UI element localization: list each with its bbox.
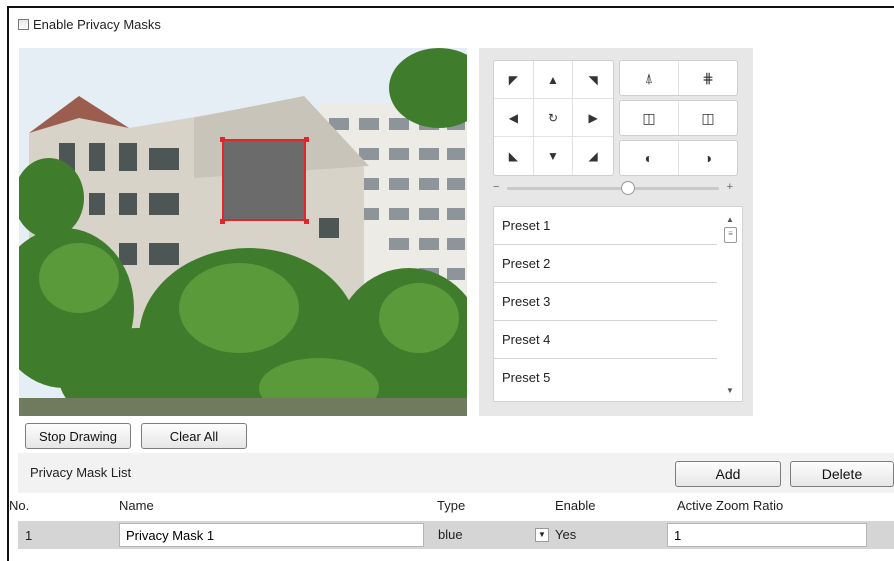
ptz-auto-scan-button[interactable]: ↻ (533, 99, 574, 137)
mask-handle-bottom-right[interactable] (304, 219, 309, 224)
col-enable: Enable (555, 498, 596, 513)
zoom-out-icon[interactable]: ⋕ (679, 61, 737, 95)
ptz-down-left-button[interactable]: ◣ (494, 137, 534, 175)
mask-enable-value[interactable]: Yes (555, 527, 576, 542)
type-dropdown-icon[interactable]: ▼ (535, 528, 549, 542)
clear-all-button[interactable]: Clear All (141, 423, 247, 449)
delete-button[interactable]: Delete (790, 461, 894, 487)
live-video-view[interactable] (19, 48, 467, 416)
preset-item[interactable]: Preset 1 (494, 207, 717, 245)
table-header: No. Name Type Enable Active Zoom Ratio (9, 495, 894, 519)
iris-open-icon[interactable]: ◐ (620, 141, 679, 175)
ptz-right-button[interactable]: ▶ (573, 99, 613, 137)
enable-privacy-label: Enable Privacy Masks (33, 17, 161, 32)
col-name: Name (119, 498, 154, 513)
preset-list: Preset 1 Preset 2 Preset 3 Preset 4 Pres… (493, 206, 743, 402)
mask-name-input[interactable] (119, 523, 424, 547)
ptz-up-left-button[interactable]: ◤ (494, 61, 534, 99)
slider-plus-icon: + (726, 181, 733, 193)
focus-far-icon[interactable]: ◫ (679, 101, 737, 135)
focus-near-icon[interactable]: ◫ (620, 101, 679, 135)
ptz-left-button[interactable]: ◀ (494, 99, 534, 137)
ptz-up-button[interactable]: ▲ (533, 61, 574, 99)
scroll-down-icon[interactable]: ▼ (726, 386, 734, 395)
frame-left-border (7, 6, 9, 561)
enable-privacy-checkbox[interactable] (18, 19, 29, 30)
iris-close-icon[interactable]: ◑ (679, 141, 737, 175)
ptz-control-panel: ◤ ▲ ◥ ◀ ↻ ▶ ◣ ▼ ◢ ⍋ ⋕ ◫ ◫ ◐ ◑ − + Preset… (479, 48, 753, 416)
table-row[interactable]: 1 blue ▼ Yes (18, 521, 894, 549)
active-zoom-input[interactable] (667, 523, 867, 547)
mask-handle-top-left[interactable] (220, 137, 225, 142)
mask-handle-top-right[interactable] (304, 137, 309, 142)
mask-handle-bottom-left[interactable] (220, 219, 225, 224)
preset-item[interactable]: Preset 2 (494, 245, 717, 283)
slider-minus-icon: − (493, 181, 500, 193)
slider-track-line (507, 187, 719, 190)
zoom-in-icon[interactable]: ⍋ (620, 61, 679, 95)
col-zoom: Active Zoom Ratio (677, 498, 784, 513)
preset-scrollbar[interactable]: ▲ ≡ ▼ (718, 207, 742, 401)
row-no: 1 (25, 528, 33, 543)
col-type: Type (437, 498, 466, 513)
zoom-button-group: ⍋ ⋕ (619, 60, 738, 96)
scroll-up-icon[interactable]: ▲ (726, 215, 734, 224)
ptz-speed-slider[interactable]: − + (493, 181, 733, 195)
ptz-direction-pad: ◤ ▲ ◥ ◀ ↻ ▶ ◣ ▼ ◢ (493, 60, 614, 176)
ptz-down-right-button[interactable]: ◢ (573, 137, 613, 175)
preset-item[interactable]: Preset 3 (494, 283, 717, 321)
enable-privacy-row: Enable Privacy Masks (18, 17, 161, 32)
iris-button-group: ◐ ◑ (619, 140, 738, 176)
list-title: Privacy Mask List (30, 465, 132, 480)
mask-type-value[interactable]: blue (438, 527, 463, 542)
stop-drawing-button[interactable]: Stop Drawing (25, 423, 131, 449)
scroll-thumb[interactable]: ≡ (724, 227, 737, 243)
ptz-up-right-button[interactable]: ◥ (573, 61, 613, 99)
preset-item[interactable]: Preset 5 (494, 359, 717, 397)
add-button[interactable]: Add (675, 461, 781, 487)
frame-top-border (7, 6, 894, 8)
focus-button-group: ◫ ◫ (619, 100, 738, 136)
slider-knob[interactable] (621, 181, 635, 195)
col-no: No. (9, 498, 30, 513)
privacy-mask-area[interactable] (222, 139, 306, 221)
ptz-down-button[interactable]: ▼ (534, 137, 574, 175)
preset-item[interactable]: Preset 4 (494, 321, 717, 359)
video-scene (19, 48, 467, 416)
